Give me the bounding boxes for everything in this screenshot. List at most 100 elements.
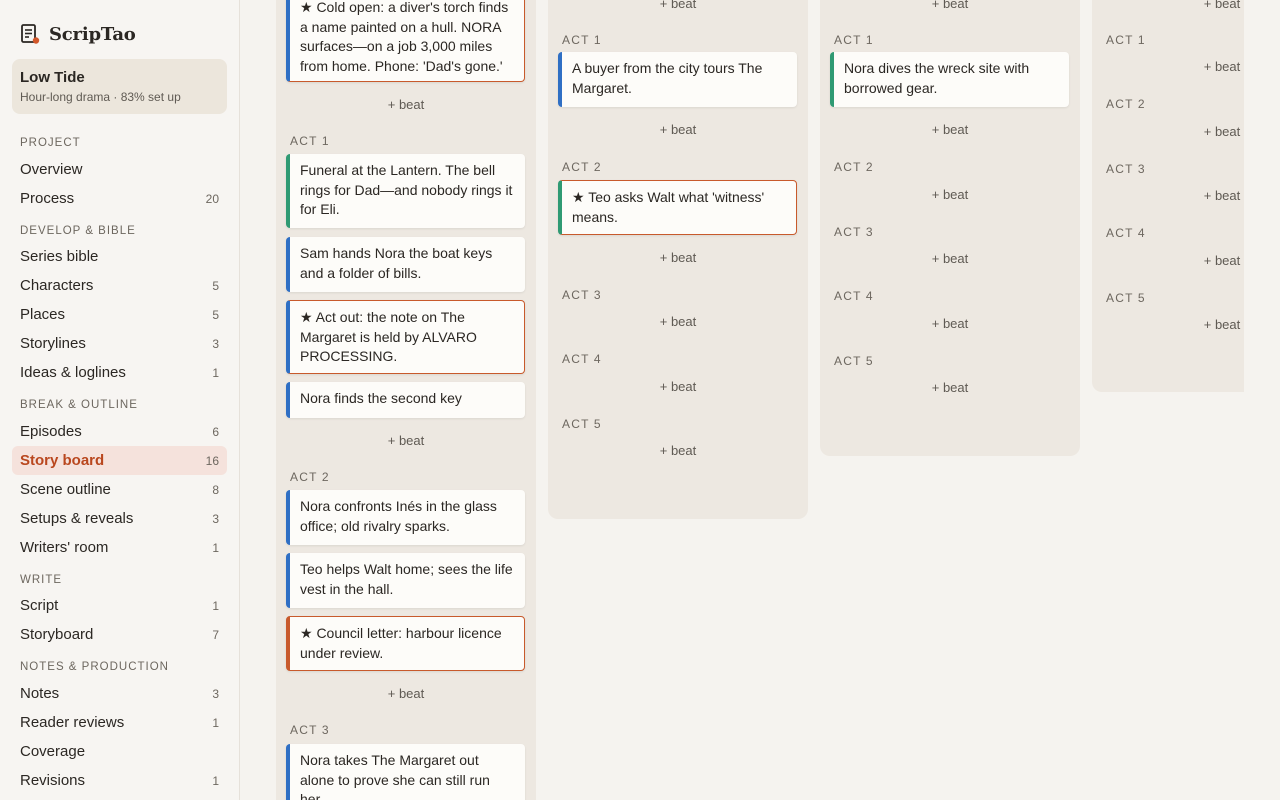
nav-label: Places — [20, 306, 66, 323]
add-beat-button[interactable]: + beat — [820, 380, 1080, 395]
nav-count: 1 — [212, 773, 219, 788]
section-write: Write — [20, 574, 63, 586]
nav-count: 1 — [212, 365, 219, 380]
nav-count: 1 — [212, 598, 219, 613]
nav-characters[interactable]: Characters 5 — [12, 271, 227, 300]
act-label: Act 2 — [1106, 97, 1146, 111]
project-subtitle: Hour-long drama · 83% set up — [20, 90, 181, 104]
act-label: Act 3 — [834, 225, 874, 239]
beat-card[interactable]: Sam hands Nora the boat keys and a folde… — [286, 237, 525, 292]
act-label: Act 3 — [1106, 162, 1146, 176]
board-clip-edge — [1244, 0, 1280, 800]
nav-episodes[interactable]: Episodes 6 — [12, 417, 227, 446]
nav-ideas-loglines[interactable]: Ideas & loglines 1 — [12, 358, 227, 387]
beat-card[interactable]: Nora dives the wreck site with borrowed … — [830, 52, 1069, 107]
act-label: Act 4 — [1106, 226, 1146, 240]
nav-count: 16 — [205, 453, 219, 468]
nav-count: 8 — [212, 482, 219, 497]
nav-label: Scene outline — [20, 481, 111, 498]
act-label: Act 5 — [834, 354, 874, 368]
nav-count: 7 — [212, 627, 219, 642]
nav-script[interactable]: Script 1 — [12, 591, 227, 620]
beat-card[interactable]: Funeral at the Lantern. The bell rings f… — [286, 154, 525, 228]
nav-setups-reveals[interactable]: Setups & reveals 3 — [12, 504, 227, 533]
project-switcher[interactable]: Low Tide Hour-long drama · 83% set up — [12, 59, 227, 114]
act-label: Act 2 — [562, 160, 602, 174]
add-beat-button[interactable]: + beat — [548, 250, 808, 265]
nav-label: Storyboard — [20, 626, 94, 643]
nav-count: 1 — [212, 540, 219, 555]
nav-reader-reviews[interactable]: Reader reviews 1 — [12, 708, 227, 737]
beat-card[interactable]: ★ Council letter: harbour licence under … — [286, 616, 525, 671]
section-project: Project — [20, 137, 81, 149]
add-beat-button[interactable]: + beat — [820, 251, 1080, 266]
add-beat-button[interactable]: + beat — [820, 122, 1080, 137]
nav-overview[interactable]: Overview — [12, 155, 227, 184]
beat-card[interactable]: ★ Act out: the note on The Margaret is h… — [286, 300, 525, 374]
beat-card[interactable]: ★ Teo asks Walt what 'witness' means. — [558, 180, 797, 235]
nav-series-bible[interactable]: Series bible — [12, 242, 227, 271]
project-title: Low Tide — [20, 69, 85, 86]
episode-column: + beat Act 1 Nora dives the wreck site w… — [820, 0, 1080, 456]
nav-label: Characters — [20, 277, 94, 294]
nav-scene-outline[interactable]: Scene outline 8 — [12, 475, 227, 504]
nav-coverage[interactable]: Coverage — [12, 737, 227, 766]
act-label: Act 5 — [1106, 291, 1146, 305]
brand[interactable]: ScripTao — [20, 22, 136, 46]
add-beat-button[interactable]: + beat — [820, 316, 1080, 331]
nav-label: Revisions — [20, 772, 86, 789]
nav-label: Reader reviews — [20, 714, 125, 731]
act-label: Act 2 — [834, 160, 874, 174]
nav-count: 1 — [212, 715, 219, 730]
sidebar: ScripTao Low Tide Hour-long drama · 83% … — [0, 0, 240, 800]
nav-count: 5 — [212, 307, 219, 322]
script-logo-icon — [20, 23, 40, 45]
add-beat-button[interactable]: + beat — [820, 187, 1080, 202]
episode-column: + beat Act 1 A buyer from the city tours… — [548, 0, 808, 519]
nav-process[interactable]: Process 20 — [12, 184, 227, 213]
nav-label: Writers' room — [20, 539, 109, 556]
add-beat-button[interactable]: + beat — [548, 443, 808, 458]
nav-count: 3 — [212, 686, 219, 701]
nav-storylines[interactable]: Storylines 3 — [12, 329, 227, 358]
nav-label: Overview — [20, 161, 83, 178]
section-notes-production: Notes & production — [20, 661, 169, 673]
act-label: Act 1 — [290, 134, 330, 148]
beat-card[interactable]: ★ Cold open: a diver's torch finds a nam… — [286, 0, 525, 82]
nav-count: 20 — [205, 191, 219, 206]
act-label: Act 1 — [834, 33, 874, 47]
nav-label: Series bible — [20, 248, 99, 265]
add-beat-button[interactable]: + beat — [276, 97, 536, 112]
nav-label: Setups & reveals — [20, 510, 134, 527]
add-beat-button[interactable]: + beat — [276, 686, 536, 701]
nav-label: Storylines — [20, 335, 86, 352]
add-beat-button[interactable]: + beat — [548, 314, 808, 329]
nav-story-board[interactable]: Story board 16 — [12, 446, 227, 475]
section-develop: Develop & bible — [20, 225, 136, 237]
add-beat-button[interactable]: + beat — [548, 122, 808, 137]
nav-places[interactable]: Places 5 — [12, 300, 227, 329]
nav-writers-room[interactable]: Writers' room 1 — [12, 533, 227, 562]
act-label: Act 1 — [1106, 33, 1146, 47]
nav-notes[interactable]: Notes 3 — [12, 679, 227, 708]
nav-revisions[interactable]: Revisions 1 — [12, 766, 227, 795]
act-label: Act 4 — [834, 289, 874, 303]
add-beat-button[interactable]: + beat — [548, 379, 808, 394]
nav-count: 5 — [212, 278, 219, 293]
add-beat-button[interactable]: + beat — [276, 433, 536, 448]
beat-card[interactable]: Nora finds the second key — [286, 382, 525, 418]
act-label: Act 5 — [562, 417, 602, 431]
nav-count: 6 — [212, 424, 219, 439]
beat-card[interactable]: Nora confronts Inés in the glass office;… — [286, 490, 525, 545]
beat-card[interactable]: Teo helps Walt home; sees the life vest … — [286, 553, 525, 608]
nav-storyboard[interactable]: Storyboard 7 — [12, 620, 227, 649]
beat-card[interactable]: A buyer from the city tours The Margaret… — [558, 52, 797, 107]
section-break-outline: Break & outline — [20, 399, 138, 411]
add-beat-button[interactable]: + beat — [820, 0, 1080, 11]
nav-label: Story board — [20, 452, 105, 469]
add-beat-button[interactable]: + beat — [548, 0, 808, 11]
story-board: ★ Cold open: a diver's torch finds a nam… — [240, 0, 1280, 800]
nav-label: Notes — [20, 685, 60, 702]
nav-label: Coverage — [20, 743, 86, 760]
beat-card[interactable]: Nora takes The Margaret out alone to pro… — [286, 744, 525, 800]
